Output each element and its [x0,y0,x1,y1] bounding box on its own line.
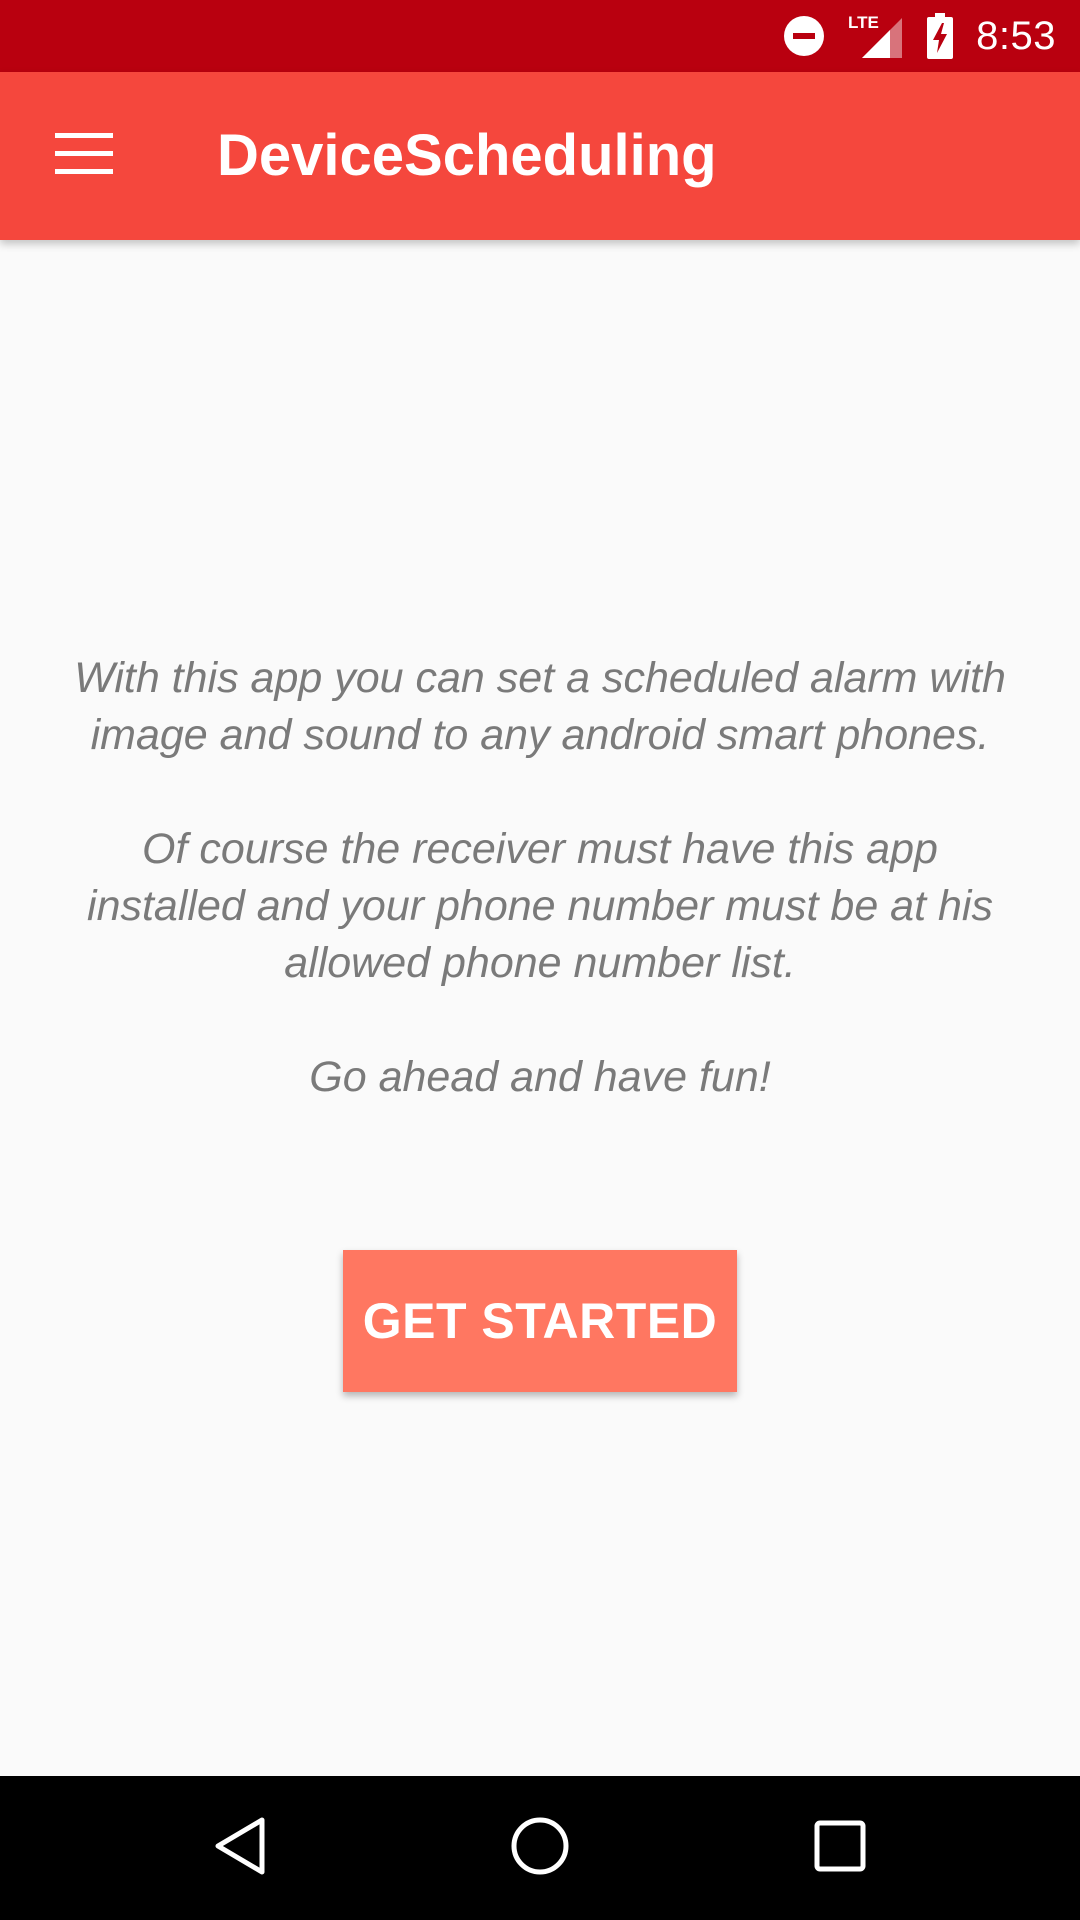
status-icons: LTE 8:53 [782,0,1056,72]
back-button[interactable] [180,1798,300,1898]
home-button[interactable] [480,1798,600,1898]
recents-icon [814,1820,866,1877]
status-bar: LTE 8:53 [0,0,1080,72]
recents-button[interactable] [780,1798,900,1898]
do-not-disturb-icon [782,14,826,58]
lte-signal-icon: LTE [848,12,904,60]
main-content: With this app you can set a scheduled al… [0,240,1080,1776]
navigation-bar [0,1776,1080,1920]
intro-paragraph-2: Of course the receiver must have this ap… [87,825,993,987]
intro-text: With this app you can set a scheduled al… [60,650,1020,1106]
battery-charging-icon [926,12,954,60]
home-icon [510,1816,570,1881]
get-started-button[interactable]: GET STARTED [343,1250,737,1392]
status-time: 8:53 [976,13,1056,58]
intro-paragraph-3: Go ahead and have fun! [309,1053,771,1101]
app-title: DeviceScheduling [217,123,717,188]
menu-button[interactable] [40,116,128,196]
app-bar: DeviceScheduling [0,72,1080,240]
intro-paragraph-1: With this app you can set a scheduled al… [74,654,1006,759]
screen: LTE 8:53 DeviceScheduling With this app … [0,0,1080,1920]
hamburger-menu-icon [55,132,113,180]
lte-label: LTE [848,13,879,32]
back-icon [212,1816,268,1881]
